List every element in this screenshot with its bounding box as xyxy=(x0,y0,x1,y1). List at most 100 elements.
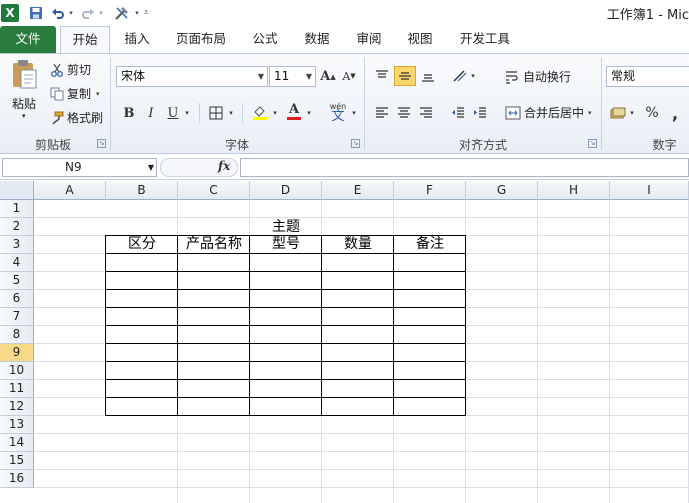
align-left-icon[interactable] xyxy=(372,103,392,123)
format-painter-button[interactable]: 格式刷 xyxy=(50,109,103,126)
tools-icon[interactable] xyxy=(112,3,132,22)
increase-indent-icon[interactable] xyxy=(470,103,490,123)
number-format-select[interactable]: 常规 xyxy=(606,66,689,87)
spreadsheet-grid[interactable]: ABCDEFGHI 1 2 3 4 5 6 7 8 9 10 11 12 13 14 15 16 主题 区分 … xyxy=(0,181,689,503)
cut-button[interactable]: 剪切 xyxy=(50,61,91,78)
column-header[interactable]: B xyxy=(106,181,178,200)
align-bottom-icon[interactable] xyxy=(418,66,438,86)
decrease-indent-icon[interactable] xyxy=(448,103,468,123)
paste-button[interactable]: 粘贴 xyxy=(12,95,36,112)
header-cell-remarks[interactable]: 备注 xyxy=(394,236,466,253)
bold-button[interactable]: B xyxy=(119,103,139,123)
row-header[interactable]: 15 xyxy=(0,452,34,470)
formula-input[interactable] xyxy=(240,158,689,177)
tab-file[interactable]: 文件 xyxy=(0,26,56,53)
comma-button[interactable]: , xyxy=(665,103,685,123)
select-all-corner[interactable] xyxy=(0,181,34,200)
align-center-icon[interactable] xyxy=(394,103,414,123)
tab-data[interactable]: 数据 xyxy=(296,26,338,53)
merge-center-button[interactable]: 合并后居中 ▾ xyxy=(505,104,592,121)
underline-dropdown-icon[interactable]: ▾ xyxy=(182,103,192,123)
row-header[interactable]: 1 xyxy=(0,200,34,218)
row-header[interactable]: 13 xyxy=(0,416,34,434)
column-header[interactable]: D xyxy=(250,181,322,200)
tab-developer[interactable]: 开发工具 xyxy=(452,26,518,53)
insert-function-icon[interactable]: fx xyxy=(218,159,230,173)
row-header[interactable]: 16 xyxy=(0,470,34,488)
group-divider xyxy=(364,58,365,150)
tab-view[interactable]: 视图 xyxy=(399,26,441,53)
borders-dropdown-icon[interactable]: ▾ xyxy=(226,103,236,123)
fill-color-icon[interactable] xyxy=(250,103,270,123)
shrink-font-icon[interactable]: A ▼ xyxy=(339,66,359,86)
orientation-icon[interactable] xyxy=(450,66,470,86)
currency-dropdown-icon[interactable]: ▾ xyxy=(627,103,637,123)
row-header[interactable]: 3 xyxy=(0,236,34,254)
align-right-icon[interactable] xyxy=(416,103,436,123)
undo-dropdown-icon[interactable]: ▾ xyxy=(67,3,75,22)
tab-review[interactable]: 审阅 xyxy=(348,26,390,53)
font-color-dropdown-icon[interactable]: ▾ xyxy=(304,103,314,123)
column-header[interactable]: F xyxy=(394,181,466,200)
italic-button[interactable]: I xyxy=(141,103,161,123)
redo-icon[interactable] xyxy=(80,3,96,22)
tab-formulas[interactable]: 公式 xyxy=(244,26,286,53)
tab-page-layout[interactable]: 页面布局 xyxy=(168,26,234,53)
alignment-launcher-icon[interactable]: ↘ xyxy=(588,139,597,148)
row-header[interactable]: 12 xyxy=(0,398,34,416)
column-header[interactable]: I xyxy=(610,181,689,200)
phonetic-dropdown-icon[interactable]: ▾ xyxy=(349,103,359,123)
title-cell[interactable]: 主题 xyxy=(250,218,322,236)
currency-icon[interactable] xyxy=(608,103,628,123)
paste-icon[interactable] xyxy=(8,58,40,92)
row-header[interactable]: 11 xyxy=(0,380,34,398)
row-header[interactable]: 4 xyxy=(0,254,34,272)
row-header[interactable]: 8 xyxy=(0,326,34,344)
phonetic-guide-icon[interactable]: wén 文 xyxy=(326,100,350,124)
column-header[interactable]: A xyxy=(34,181,106,200)
shrink-font-label: A xyxy=(342,69,351,83)
percent-button[interactable]: % xyxy=(642,103,662,123)
grow-font-icon[interactable]: A ▲ xyxy=(318,66,338,86)
clipboard-launcher-icon[interactable]: ↘ xyxy=(97,139,106,148)
tools-dropdown-icon[interactable]: ▾ xyxy=(133,3,141,22)
fill-color-dropdown-icon[interactable]: ▾ xyxy=(270,103,280,123)
font-color-icon[interactable]: A xyxy=(284,101,304,121)
borders-icon[interactable] xyxy=(206,103,226,123)
paste-dropdown-icon[interactable]: ▾ xyxy=(22,112,26,120)
name-box[interactable]: N9 ▼ xyxy=(2,158,157,177)
row-header[interactable]: 7 xyxy=(0,308,34,326)
font-launcher-icon[interactable]: ↘ xyxy=(351,139,360,148)
column-header[interactable]: G xyxy=(466,181,538,200)
customize-icon[interactable]: ⩡ xyxy=(141,3,151,22)
row-header[interactable]: 10 xyxy=(0,362,34,380)
wrap-text-button[interactable]: 自动换行 xyxy=(505,68,571,85)
row-header[interactable]: 6 xyxy=(0,290,34,308)
copy-dropdown-icon[interactable]: ▾ xyxy=(96,90,100,98)
row-header[interactable]: 2 xyxy=(0,218,34,236)
column-header[interactable]: H xyxy=(538,181,610,200)
column-header[interactable]: C xyxy=(178,181,250,200)
row-header[interactable]: 5 xyxy=(0,272,34,290)
merge-dropdown-icon[interactable]: ▾ xyxy=(588,109,592,117)
undo-icon[interactable] xyxy=(50,3,66,22)
excel-app-icon[interactable]: X xyxy=(1,3,19,22)
row-header[interactable]: 14 xyxy=(0,434,34,452)
row-header[interactable]: 9 xyxy=(0,344,34,362)
font-size-select[interactable]: 11 ▼ xyxy=(269,66,316,87)
header-cell-product-name[interactable]: 产品名称 xyxy=(178,236,250,253)
header-cell-quantity[interactable]: 数量 xyxy=(322,236,394,253)
copy-button[interactable]: 复制 ▾ xyxy=(50,85,100,102)
tab-home[interactable]: 开始 xyxy=(60,26,110,53)
column-header[interactable]: E xyxy=(322,181,394,200)
redo-dropdown-icon[interactable]: ▾ xyxy=(97,3,105,22)
tab-insert[interactable]: 插入 xyxy=(116,26,158,53)
align-top-icon[interactable] xyxy=(372,66,392,86)
font-name-select[interactable]: 宋体 ▼ xyxy=(116,66,268,87)
header-cell-category[interactable]: 区分 xyxy=(106,236,178,253)
header-cell-model[interactable]: 型号 xyxy=(250,236,322,253)
align-middle-icon[interactable] xyxy=(394,66,416,86)
orientation-dropdown-icon[interactable]: ▾ xyxy=(468,66,478,86)
underline-button[interactable]: U xyxy=(163,103,183,123)
save-icon[interactable] xyxy=(27,3,45,22)
